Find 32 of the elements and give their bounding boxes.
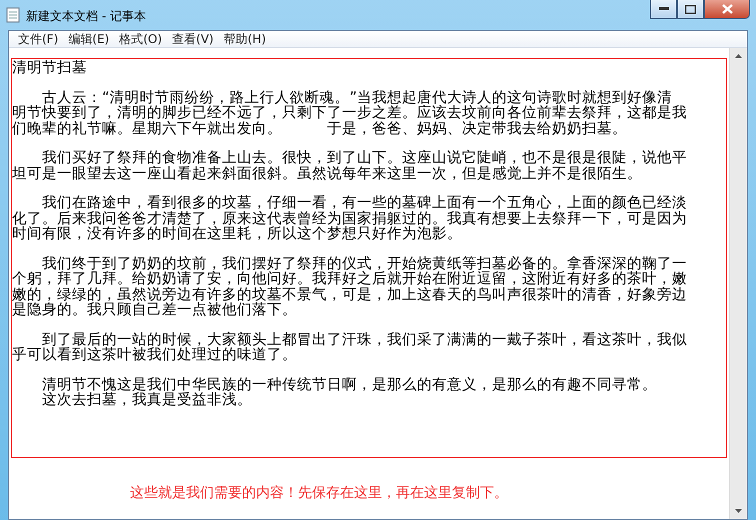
notepad-icon	[6, 7, 20, 23]
text-line: 古人云：“清明时节雨纷纷，路上行人欲断魂。”当我想起唐代大诗人的这句诗歌时就想到好像清	[42, 90, 672, 106]
text-line: 化了。后来我问爸爸才清楚了，原来这代表曾经为国家捐躯过的。我真有想要上去祭拜一下，可是因为	[12, 212, 688, 226]
close-icon	[722, 4, 732, 14]
text-line: 是隐身的。我只顾自己差一点被他们落下。	[12, 303, 298, 318]
scrollbar[interactable]	[729, 48, 747, 519]
text-line: 我们买好了祭拜的食物准备上山去。很快，到了山下。这座山说它陡峭，也不是很是很陡，说他平	[41, 151, 688, 166]
text-line: 到了最后的一站的时候，大家额头上都冒出了汗珠，我们采了满满的一戴子茶叶，看这茶叶，我似	[41, 332, 688, 348]
text-line: 们晚辈的礼节嘛。星期六下午就出发向。 于是，爸爸、妈妈、决定带我去给奶奶扫墓。	[12, 122, 628, 137]
text-line: 嫩的，绿绿的，虽然说旁边有许多的坟墓不景气，可是，加上这春天的鸟叫声很茶叶的清香，好象旁边	[12, 288, 688, 302]
text-line: 个躬，拜了几拜。给奶奶请了安，向他问好。我拜好之后就开始在附近逗留，这附近有好多的茶叶，嫩	[12, 272, 688, 287]
menu-item[interactable]: 格式(O)	[114, 31, 168, 47]
minimize-button[interactable]	[650, 0, 677, 19]
annotation-text: 这些就是我们需要的内容！先保存在这里，再在这里复制下。	[129, 484, 509, 502]
text-line: 我们在路途中，看到很多的坟墓，仔细一看，有一些的墓碑上面有一个五角心，上面的颜色已经淡	[41, 196, 688, 211]
close-button[interactable]	[704, 0, 750, 19]
text-line: 时间有限，没有许多的时间在这里耗，所以这个梦想只好作为泡影。	[12, 227, 463, 242]
window-title: 新建文本文档 - 记事本	[26, 8, 146, 25]
maximize-button[interactable]	[677, 0, 704, 19]
minimize-icon	[658, 7, 668, 11]
text-line: 清明节扫墓	[12, 61, 88, 76]
text-line: 清明节不愧这是我们中华民族的一种传统节日啊，是那么的有意义，是那么的有趣不同寻常。	[41, 378, 658, 392]
text-line: 明节快要到了，清明的脚步已经不远了，只剩下了一步之差。应该去坟前向各位前辈去祭拜，这都是我	[12, 106, 688, 121]
text-line: 这次去扫墓，我真是受益非浅。	[41, 393, 253, 408]
menu-item[interactable]: 文件(F)	[13, 31, 64, 47]
text-line: 坦可是一眼望去这一座山看起来斜面很斜。虽然说每年来这里一次，但是感觉上并不是很陌生。	[12, 166, 643, 182]
text-line: 我们终于到了奶奶的坟前，我们摆好了祭拜的仪式，开始烧黄纸等扫墓必备的。拿香深深的鞠了一	[41, 256, 688, 272]
text-line: 乎可以看到这茶叶被我们处理过的味道了。	[12, 348, 298, 364]
menu-item[interactable]: 帮助(H)	[218, 31, 271, 47]
menu-item[interactable]: 编辑(E)	[63, 31, 114, 47]
maximize-icon	[685, 4, 696, 14]
menu-item[interactable]: 查看(V)	[167, 31, 219, 47]
